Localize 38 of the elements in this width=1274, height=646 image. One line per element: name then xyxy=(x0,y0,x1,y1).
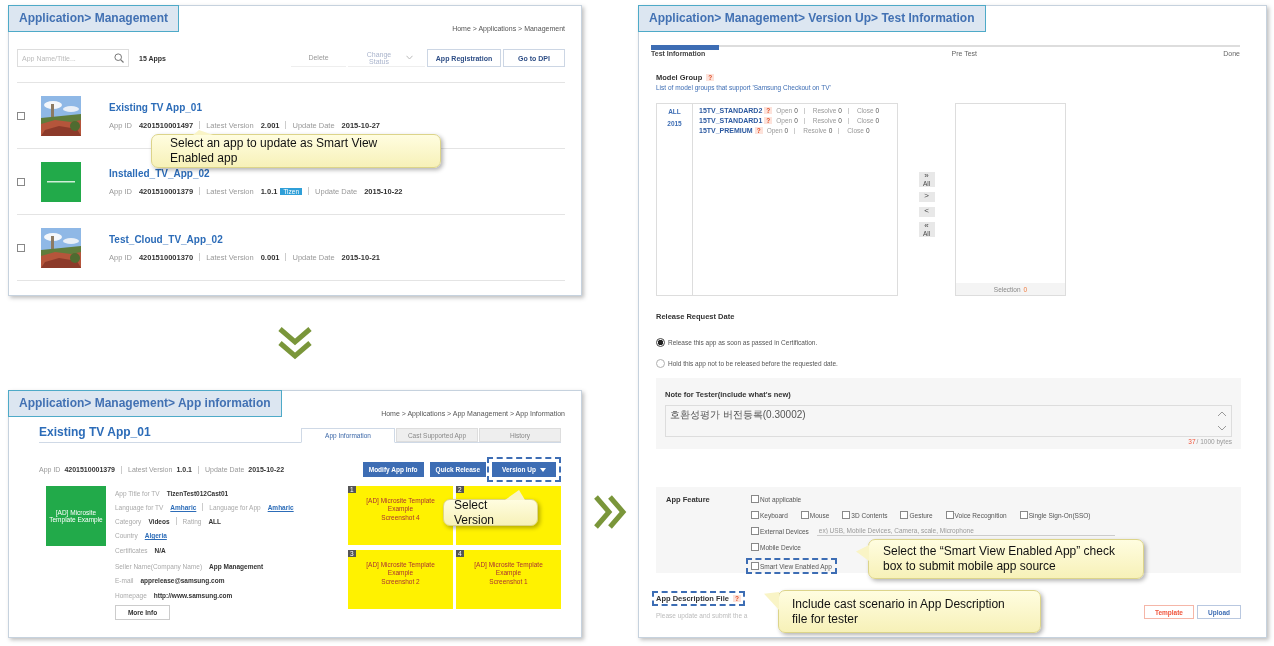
checkbox[interactable] xyxy=(842,511,851,519)
checkbox[interactable] xyxy=(751,495,759,503)
checkbox[interactable] xyxy=(1019,511,1028,519)
text-area[interactable]: 호환성평가 버전등록(0.30002) xyxy=(665,405,1232,437)
caret-icon xyxy=(406,55,413,60)
radio-button[interactable] xyxy=(656,359,665,368)
callout-tooltip: Select the “Smart View Enabled App” check box to submit mobile app source xyxy=(868,539,1144,579)
checkbox[interactable] xyxy=(945,511,954,519)
section-title: Application> Management> App information xyxy=(8,390,282,417)
checkbox[interactable] xyxy=(900,511,909,519)
scroll-arrows-icon xyxy=(1217,410,1227,432)
checkbox[interactable] xyxy=(800,511,809,519)
caret-icon xyxy=(540,467,546,472)
app-title-link[interactable]: Installed_TV_App_02 xyxy=(109,167,403,179)
callout-tooltip: Select Version xyxy=(443,499,538,526)
section-title: Application> Management> Version Up> Test Information xyxy=(638,5,986,32)
transfer-button[interactable]: > xyxy=(918,192,935,202)
search-icon xyxy=(114,53,124,63)
double-chevron-right-icon xyxy=(593,493,627,530)
callout-tooltip: Select an app to update as Smart View Enabled app xyxy=(151,134,441,168)
checkbox[interactable] xyxy=(751,527,759,535)
app-title-link[interactable]: Existing TV App_01 xyxy=(109,101,380,113)
checkbox[interactable] xyxy=(17,177,25,186)
checkbox[interactable] xyxy=(751,562,759,570)
checkbox[interactable] xyxy=(751,543,759,551)
transfer-button[interactable]: < xyxy=(918,207,935,217)
checkbox[interactable] xyxy=(17,111,25,120)
callout-tooltip: Include cast scenario in App Description file for tester xyxy=(778,590,1041,633)
checkbox[interactable] xyxy=(751,511,759,519)
text-value: 호환성평가 버전등록(0.30002) xyxy=(670,408,806,422)
double-chevron-down-icon xyxy=(277,326,313,360)
radio-button[interactable] xyxy=(656,338,665,347)
section-title: Application> Management xyxy=(8,5,180,32)
app-icon xyxy=(41,161,81,202)
app-title: Existing TV App_01 xyxy=(39,425,152,441)
checkbox[interactable] xyxy=(17,243,25,252)
callout-pointer xyxy=(193,130,213,135)
app-title-link[interactable]: Test_Cloud_TV_App_02 xyxy=(109,233,380,245)
